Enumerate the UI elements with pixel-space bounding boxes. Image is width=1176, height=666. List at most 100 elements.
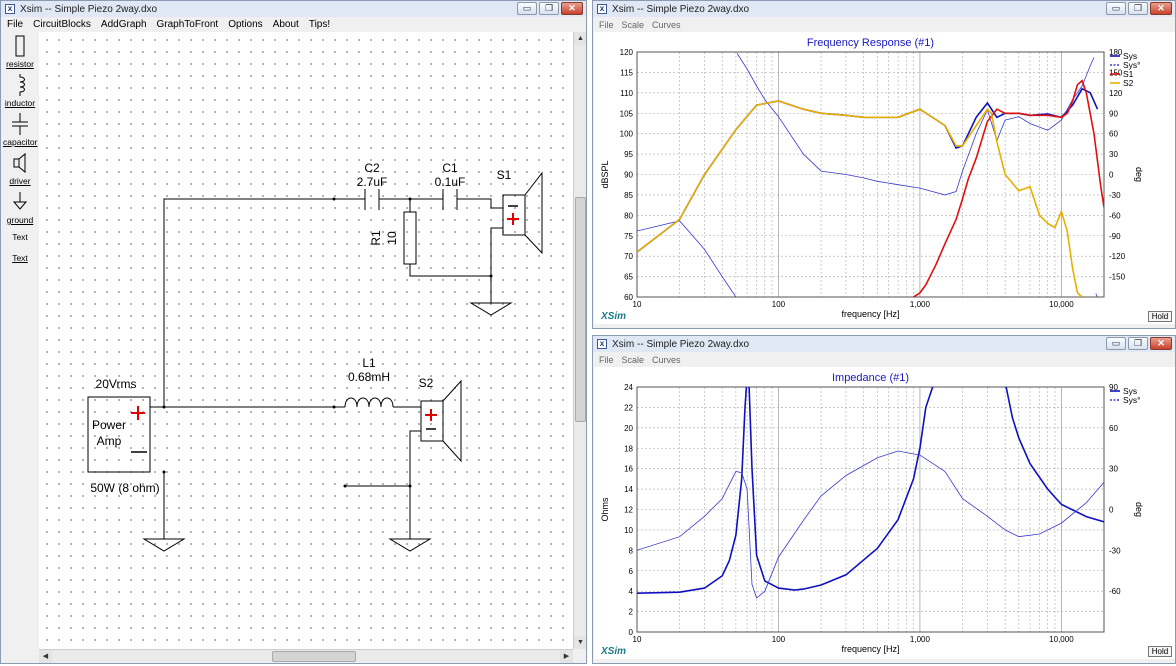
- menu-file[interactable]: File: [599, 20, 614, 30]
- hold-button[interactable]: Hold: [1148, 646, 1172, 657]
- imp-window-title: Xsim -- Simple Piezo 2way.dxo: [612, 338, 750, 350]
- vertical-scroll-thumb[interactable]: [575, 197, 586, 422]
- y-tick-label: 65: [624, 273, 633, 282]
- scroll-right-arrow[interactable]: ▶: [560, 650, 573, 663]
- minimize-button[interactable]: ▭: [1106, 337, 1126, 350]
- s1-name: S1: [497, 168, 512, 182]
- restore-button[interactable]: ❐: [1128, 337, 1148, 350]
- close-button[interactable]: ✕: [561, 2, 583, 15]
- series-line-sys-phase: [637, 450, 1104, 599]
- y-tick-label: 110: [620, 89, 633, 98]
- horizontal-scroll-thumb[interactable]: [272, 651, 356, 662]
- schematic-titlebar[interactable]: x Xsim -- Simple Piezo 2way.dxo ▭ ❐ ✕: [1, 1, 586, 17]
- app-icon: x: [597, 339, 607, 349]
- tool-text[interactable]: Text: [3, 229, 37, 249]
- minimize-button[interactable]: ▭: [517, 2, 537, 15]
- xsim-logo: XSim: [601, 646, 627, 657]
- scroll-up-arrow[interactable]: ▲: [574, 32, 586, 45]
- capacitor-icon: [12, 113, 28, 135]
- minimize-button[interactable]: ▭: [1106, 2, 1126, 15]
- scroll-down-arrow[interactable]: ▼: [574, 636, 586, 649]
- scroll-left-arrow[interactable]: ◀: [39, 650, 52, 663]
- x-axis-label: frequency [Hz]: [841, 309, 899, 319]
- tool-text-label: Text: [12, 232, 28, 242]
- amp-label-1: Power: [92, 418, 126, 432]
- speaker-s2-cone: [442, 379, 462, 463]
- driver-icon: [13, 152, 26, 174]
- menu-scale[interactable]: Scale: [622, 355, 645, 365]
- menu-circuitblocks[interactable]: CircuitBlocks: [33, 19, 91, 30]
- frequency-response-window: x Xsim -- Simple Piezo 2way.dxo ▭ ❐ ✕ Fi…: [592, 0, 1176, 329]
- speaker-s1-cone: [524, 171, 543, 255]
- y-tick-label: 85: [624, 191, 633, 200]
- y-axis-label: Ohms: [600, 497, 610, 522]
- s2-plus: [425, 409, 437, 421]
- menu-scale[interactable]: Scale: [622, 20, 645, 30]
- menu-curves[interactable]: Curves: [652, 355, 681, 365]
- y-tick-label: 8: [629, 546, 634, 555]
- menu-graphtofront[interactable]: GraphToFront: [157, 19, 219, 30]
- schematic-window: x Xsim -- Simple Piezo 2way.dxo ▭ ❐ ✕ Fi…: [0, 0, 587, 664]
- schematic-vertical-scrollbar[interactable]: ▲ ▼: [573, 32, 586, 649]
- chart-title: Frequency Response (#1): [807, 37, 934, 49]
- y-tick-label: 2: [629, 608, 634, 617]
- restore-button[interactable]: ❐: [1128, 2, 1148, 15]
- tool-ground[interactable]: ground: [3, 190, 37, 229]
- y-tick-label: 4: [629, 587, 634, 596]
- menu-options[interactable]: Options: [228, 19, 262, 30]
- resistor-icon: [15, 35, 25, 57]
- amp-power: 50W (8 ohm): [90, 481, 159, 495]
- y-tick-label: 75: [624, 232, 633, 241]
- c2-value: 2.7uF: [357, 175, 388, 189]
- menu-file[interactable]: File: [7, 19, 23, 30]
- tool-text-underlined-label: Text: [12, 253, 28, 263]
- tool-capacitor[interactable]: capacitor: [3, 112, 38, 151]
- imp-titlebar[interactable]: x Xsim -- Simple Piezo 2way.dxo ▭ ❐ ✕: [593, 336, 1175, 352]
- ground-amp: [142, 538, 186, 552]
- y-tick-label: 90: [624, 171, 633, 180]
- fr-titlebar[interactable]: x Xsim -- Simple Piezo 2way.dxo ▭ ❐ ✕: [593, 1, 1175, 17]
- y2-tick-label: -30: [1109, 191, 1121, 200]
- tool-driver[interactable]: driver: [3, 151, 37, 190]
- menu-curves[interactable]: Curves: [652, 20, 681, 30]
- close-button[interactable]: ✕: [1150, 337, 1172, 350]
- x-tick-label: 1,000: [910, 635, 931, 644]
- schematic-menubar: File CircuitBlocks AddGraph GraphToFront…: [1, 17, 586, 32]
- wire-r1-bottom: [409, 227, 503, 277]
- app-icon: x: [597, 4, 607, 14]
- hold-button[interactable]: Hold: [1148, 311, 1172, 322]
- menu-tips[interactable]: Tips!: [309, 19, 330, 30]
- close-button[interactable]: ✕: [1150, 2, 1172, 15]
- tool-ground-label: ground: [6, 215, 34, 225]
- x-axis-label: frequency [Hz]: [841, 644, 899, 654]
- y2-tick-label: -60: [1109, 587, 1121, 596]
- tool-capacitor-label: capacitor: [3, 137, 38, 147]
- tool-inductor[interactable]: inductor: [3, 73, 37, 112]
- impedance-window: x Xsim -- Simple Piezo 2way.dxo ▭ ❐ ✕ Fi…: [592, 335, 1176, 664]
- x-tick-label: 10,000: [1049, 635, 1074, 644]
- tool-resistor[interactable]: resistor: [3, 34, 37, 73]
- y2-tick-label: -60: [1109, 211, 1121, 220]
- s1-plus: [507, 213, 519, 225]
- ground-2: [388, 538, 432, 552]
- schematic-horizontal-scrollbar[interactable]: ◀ ▶: [39, 649, 573, 663]
- y-tick-label: 105: [620, 109, 634, 118]
- menu-addgraph[interactable]: AddGraph: [101, 19, 147, 30]
- y2-tick-label: -90: [1109, 232, 1121, 241]
- schematic-canvas[interactable]: C2 2.7uF C1 0.1uF S1 R1 10 L1 0.68mH S2 …: [39, 32, 573, 649]
- menu-file[interactable]: File: [599, 355, 614, 365]
- wire-c1-s1: [457, 198, 503, 209]
- c1-value: 0.1uF: [435, 175, 466, 189]
- menu-about[interactable]: About: [273, 19, 299, 30]
- wire-top: [163, 198, 365, 407]
- x-tick-label: 10: [633, 635, 642, 644]
- tool-text-underlined[interactable]: Text: [3, 249, 37, 269]
- x-tick-label: 10: [633, 300, 642, 309]
- restore-button[interactable]: ❐: [539, 2, 559, 15]
- y2-tick-label: 60: [1109, 424, 1118, 433]
- x-tick-label: 1,000: [910, 300, 931, 309]
- y2-tick-label: 0: [1109, 171, 1114, 180]
- y-tick-label: 24: [624, 383, 633, 392]
- ground-icon: [12, 192, 28, 210]
- y-tick-label: 22: [624, 403, 633, 412]
